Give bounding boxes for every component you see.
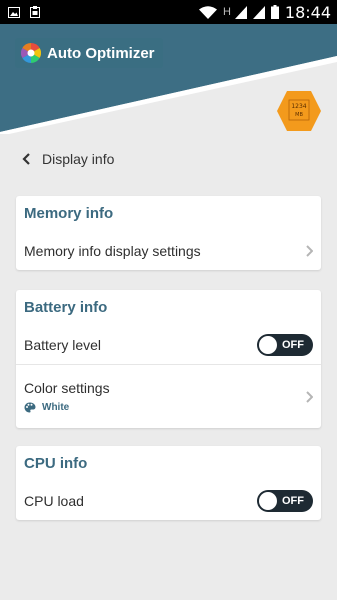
toggle-state-label: OFF [282, 494, 304, 507]
color-settings-label: Color settings [24, 380, 110, 396]
chevron-right-icon [306, 244, 313, 257]
back-navigation[interactable]: Display info [22, 148, 114, 170]
battery-level-label: Battery level [24, 336, 102, 353]
app-logo-chip[interactable]: Auto Optimizer [15, 38, 163, 68]
cpu-load-row: CPU load OFF [16, 481, 321, 520]
memory-info-card: Memory info Memory info display settings [16, 196, 321, 270]
clipboard-icon [30, 6, 40, 18]
cpu-info-title: CPU info [24, 455, 88, 472]
cpu-load-toggle[interactable]: OFF [257, 489, 313, 512]
clock: 18:44 [284, 2, 331, 22]
color-settings-text: Color settings White [24, 380, 110, 413]
palette-icon [24, 402, 36, 413]
network-type-indicator: H [222, 6, 231, 18]
chevron-left-icon[interactable] [22, 153, 30, 165]
color-settings-value-text: White [42, 402, 70, 413]
image-icon [8, 6, 20, 18]
memory-display-settings-label: Memory info display settings [24, 242, 201, 259]
battery-info-title: Battery info [24, 299, 108, 316]
status-bar: H 18:44 [0, 0, 337, 24]
badge-unit: MB [295, 112, 303, 118]
battery-icon [270, 5, 279, 19]
app-header: Auto Optimizer 1234 MB [0, 24, 337, 134]
battery-level-row: Battery level OFF [16, 325, 321, 364]
page-title: Display info [42, 151, 115, 167]
app-title: Auto Optimizer [47, 44, 155, 62]
status-bar-left [8, 6, 40, 18]
battery-level-toggle[interactable]: OFF [257, 333, 313, 356]
color-settings-value: White [24, 402, 110, 413]
wifi-icon [198, 5, 217, 19]
memory-display-settings-row[interactable]: Memory info display settings [16, 231, 321, 270]
memory-info-title: Memory info [24, 205, 114, 222]
chevron-right-icon [306, 390, 313, 403]
toggle-state-label: OFF [282, 338, 304, 351]
toggle-knob [259, 335, 277, 354]
cpu-load-label: CPU load [24, 492, 84, 509]
status-bar-right: H 18:44 [198, 2, 331, 22]
color-settings-row[interactable]: Color settings White [16, 364, 321, 428]
toggle-knob [259, 491, 277, 510]
memory-badge-icon[interactable]: 1234 MB [276, 90, 322, 132]
signal-icon [234, 5, 247, 19]
signal-icon-2 [252, 5, 265, 19]
badge-value: 1234 [291, 103, 306, 110]
cpu-info-card: CPU info CPU load OFF [16, 446, 321, 520]
app-logo-icon [21, 43, 41, 63]
battery-info-card: Battery info Battery level OFF Color set… [16, 290, 321, 428]
